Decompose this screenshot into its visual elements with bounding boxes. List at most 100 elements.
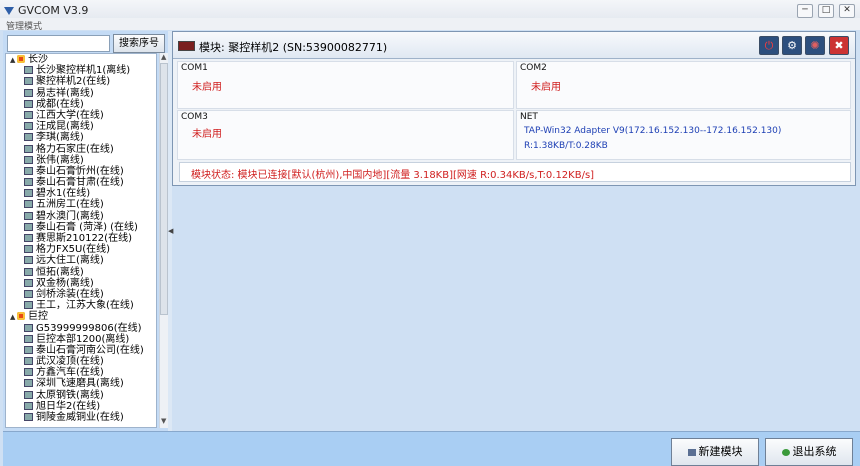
module-icon	[687, 448, 696, 456]
tree-item-label: 双金杨(离线)	[36, 277, 94, 289]
device-node-icon	[24, 77, 33, 86]
device-node-icon	[24, 66, 33, 75]
device-node-icon	[24, 166, 33, 175]
scroll-thumb[interactable]	[160, 63, 168, 315]
tree-item[interactable]: 江西大学(在线)	[6, 110, 156, 121]
tree-item[interactable]: 剑桥涂装(在线)	[6, 289, 156, 300]
tree-item[interactable]: 碧水澳门(离线)	[6, 211, 156, 222]
device-node-icon	[24, 301, 33, 310]
device-node-icon	[24, 278, 33, 287]
power-icon[interactable]: ⏻	[759, 36, 779, 55]
tree-item[interactable]: 张伟(离线)	[6, 155, 156, 166]
minimize-button[interactable]: ─	[797, 4, 813, 18]
com1-label: COM1	[181, 63, 208, 73]
com1-value: 未启用	[192, 82, 222, 93]
exit-label: 退出系统	[792, 445, 837, 458]
app-logo-icon	[4, 7, 14, 15]
tree-item[interactable]: 碧水1(在线)	[6, 188, 156, 199]
tree-item[interactable]: 易志祥(离线)	[6, 88, 156, 99]
com3-value: 未启用	[192, 129, 222, 140]
gear-icon[interactable]: ⚙	[782, 36, 802, 55]
tree-item-label: 赛思斯210122(在线)	[36, 233, 132, 244]
tree-item[interactable]: 泰山石膏甘肃(在线)	[6, 177, 156, 188]
device-node-icon	[24, 390, 33, 399]
device-node-icon	[24, 357, 33, 366]
device-tree[interactable]: ▲ 长沙 长沙聚控样机1(离线) 聚控样机2(在线) 易志祥(离线) 成都(在线) 江西大学…	[5, 53, 157, 428]
tree-item[interactable]: 赛思斯210122(在线)	[6, 233, 156, 244]
tree-item[interactable]: 泰山石膏河南公司(在线)	[6, 345, 156, 356]
tree-item-label: 深圳飞速磨具(离线)	[36, 378, 124, 390]
tree-item[interactable]: 巨控本部1200(离线)	[6, 334, 156, 345]
collapse-arrow-icon[interactable]: ◀	[168, 227, 173, 235]
tree-item-label: 长沙聚控样机1(离线)	[36, 65, 131, 77]
tree-item[interactable]: 太原钢铁(离线)	[6, 390, 156, 401]
device-node-icon	[24, 401, 33, 410]
module-icon	[178, 41, 195, 51]
device-node-icon	[24, 323, 33, 332]
module-status: 模块状态: 模块已连接[默认(杭州),中国内地][流量 3.18KB][网速 R…	[191, 170, 595, 181]
scroll-down-icon[interactable]: ▼	[161, 417, 166, 425]
menu-bar: 管理模式	[0, 18, 860, 32]
tree-item[interactable]: 双金杨(离线)	[6, 278, 156, 289]
delete-icon[interactable]: ✖	[829, 36, 849, 55]
device-node-icon	[24, 345, 33, 354]
tree-item[interactable]: 武汉凌顶(在线)	[6, 356, 156, 367]
new-module-button[interactable]: 新建模块	[671, 438, 759, 466]
group-folder-icon	[17, 312, 25, 321]
tree-item[interactable]: 五洲房工(在线)	[6, 199, 156, 210]
tree-item[interactable]: 成都(在线)	[6, 99, 156, 110]
tree-group[interactable]: ▲ 长沙	[6, 54, 156, 65]
tree-item-label: G53999999806(在线)	[36, 322, 142, 334]
tree-item[interactable]: 王工，江苏大象(在线)	[6, 300, 156, 311]
tree-item-label: 易志祥(离线)	[36, 87, 94, 99]
device-node-icon	[24, 200, 33, 209]
device-node-icon	[24, 144, 33, 153]
tree-item[interactable]: 李琪(离线)	[6, 132, 156, 143]
tree-item[interactable]: 汪成昆(离线)	[6, 121, 156, 132]
maximize-button[interactable]: □	[818, 4, 834, 18]
tree-item[interactable]: 泰山石膏 (菏泽) (在线)	[6, 222, 156, 233]
tree-group[interactable]: ▲ 巨控	[6, 311, 156, 322]
search-input[interactable]	[7, 35, 110, 52]
device-node-icon	[24, 178, 33, 187]
tree-item[interactable]: 铜陵金威铜业(在线)	[6, 412, 156, 423]
tree-item[interactable]: 深圳飞速磨具(离线)	[6, 378, 156, 389]
tree-item[interactable]: 远大住工(离线)	[6, 255, 156, 266]
tree-item[interactable]: 方鑫汽车(在线)	[6, 367, 156, 378]
tree-item[interactable]: 格力FX5U(在线)	[6, 244, 156, 255]
device-node-icon	[24, 110, 33, 119]
device-node-icon	[24, 413, 33, 421]
tree-item-label: 汪成昆(离线)	[36, 121, 94, 133]
tree-item[interactable]: 长沙聚控样机1(离线)	[6, 65, 156, 76]
group-folder-icon	[17, 55, 25, 63]
device-node-icon	[24, 256, 33, 265]
tree-item-label: 方鑫汽车(在线)	[36, 367, 104, 379]
exit-button[interactable]: 退出系统	[765, 438, 853, 466]
device-node-icon	[24, 289, 33, 298]
tree-item[interactable]: 旭日华2(在线)	[6, 401, 156, 412]
close-button[interactable]: ✕	[839, 4, 855, 18]
search-button[interactable]: 搜索序号	[113, 34, 165, 53]
network-settings-icon[interactable]: ✺	[805, 36, 825, 55]
net-adapter: TAP-Win32 Adapter V9(172.16.152.130--172…	[524, 126, 782, 136]
tree-item-label: 格力FX5U(在线)	[36, 244, 111, 256]
tree-item-label: 泰山石膏忻州(在线)	[36, 165, 124, 177]
com1-box[interactable]: COM1 未启用	[177, 61, 514, 109]
tree-group-label: 巨控	[28, 311, 48, 323]
device-node-icon	[24, 368, 33, 377]
tree-item-label: 格力石家庄(在线)	[36, 143, 114, 155]
tree-item[interactable]: 格力石家庄(在线)	[6, 144, 156, 155]
device-node-icon	[24, 267, 33, 276]
tree-item[interactable]: 泰山石膏忻州(在线)	[6, 166, 156, 177]
scroll-up-icon[interactable]: ▲	[161, 53, 166, 61]
module-status-bar: 模块状态: 模块已连接[默认(杭州),中国内地][流量 3.18KB][网速 R…	[179, 162, 851, 182]
com2-box[interactable]: COM2 未启用	[516, 61, 851, 109]
tree-item[interactable]: 聚控样机2(在线)	[6, 76, 156, 87]
device-node-icon	[24, 155, 33, 164]
tree-item[interactable]: 恒拓(离线)	[6, 267, 156, 278]
com3-box[interactable]: COM3 未启用	[177, 110, 514, 160]
tree-item-label: 碧水澳门(离线)	[36, 210, 104, 222]
net-box[interactable]: NET TAP-Win32 Adapter V9(172.16.152.130-…	[516, 110, 851, 160]
tree-item[interactable]: G53999999806(在线)	[6, 323, 156, 334]
device-node-icon	[24, 122, 33, 131]
